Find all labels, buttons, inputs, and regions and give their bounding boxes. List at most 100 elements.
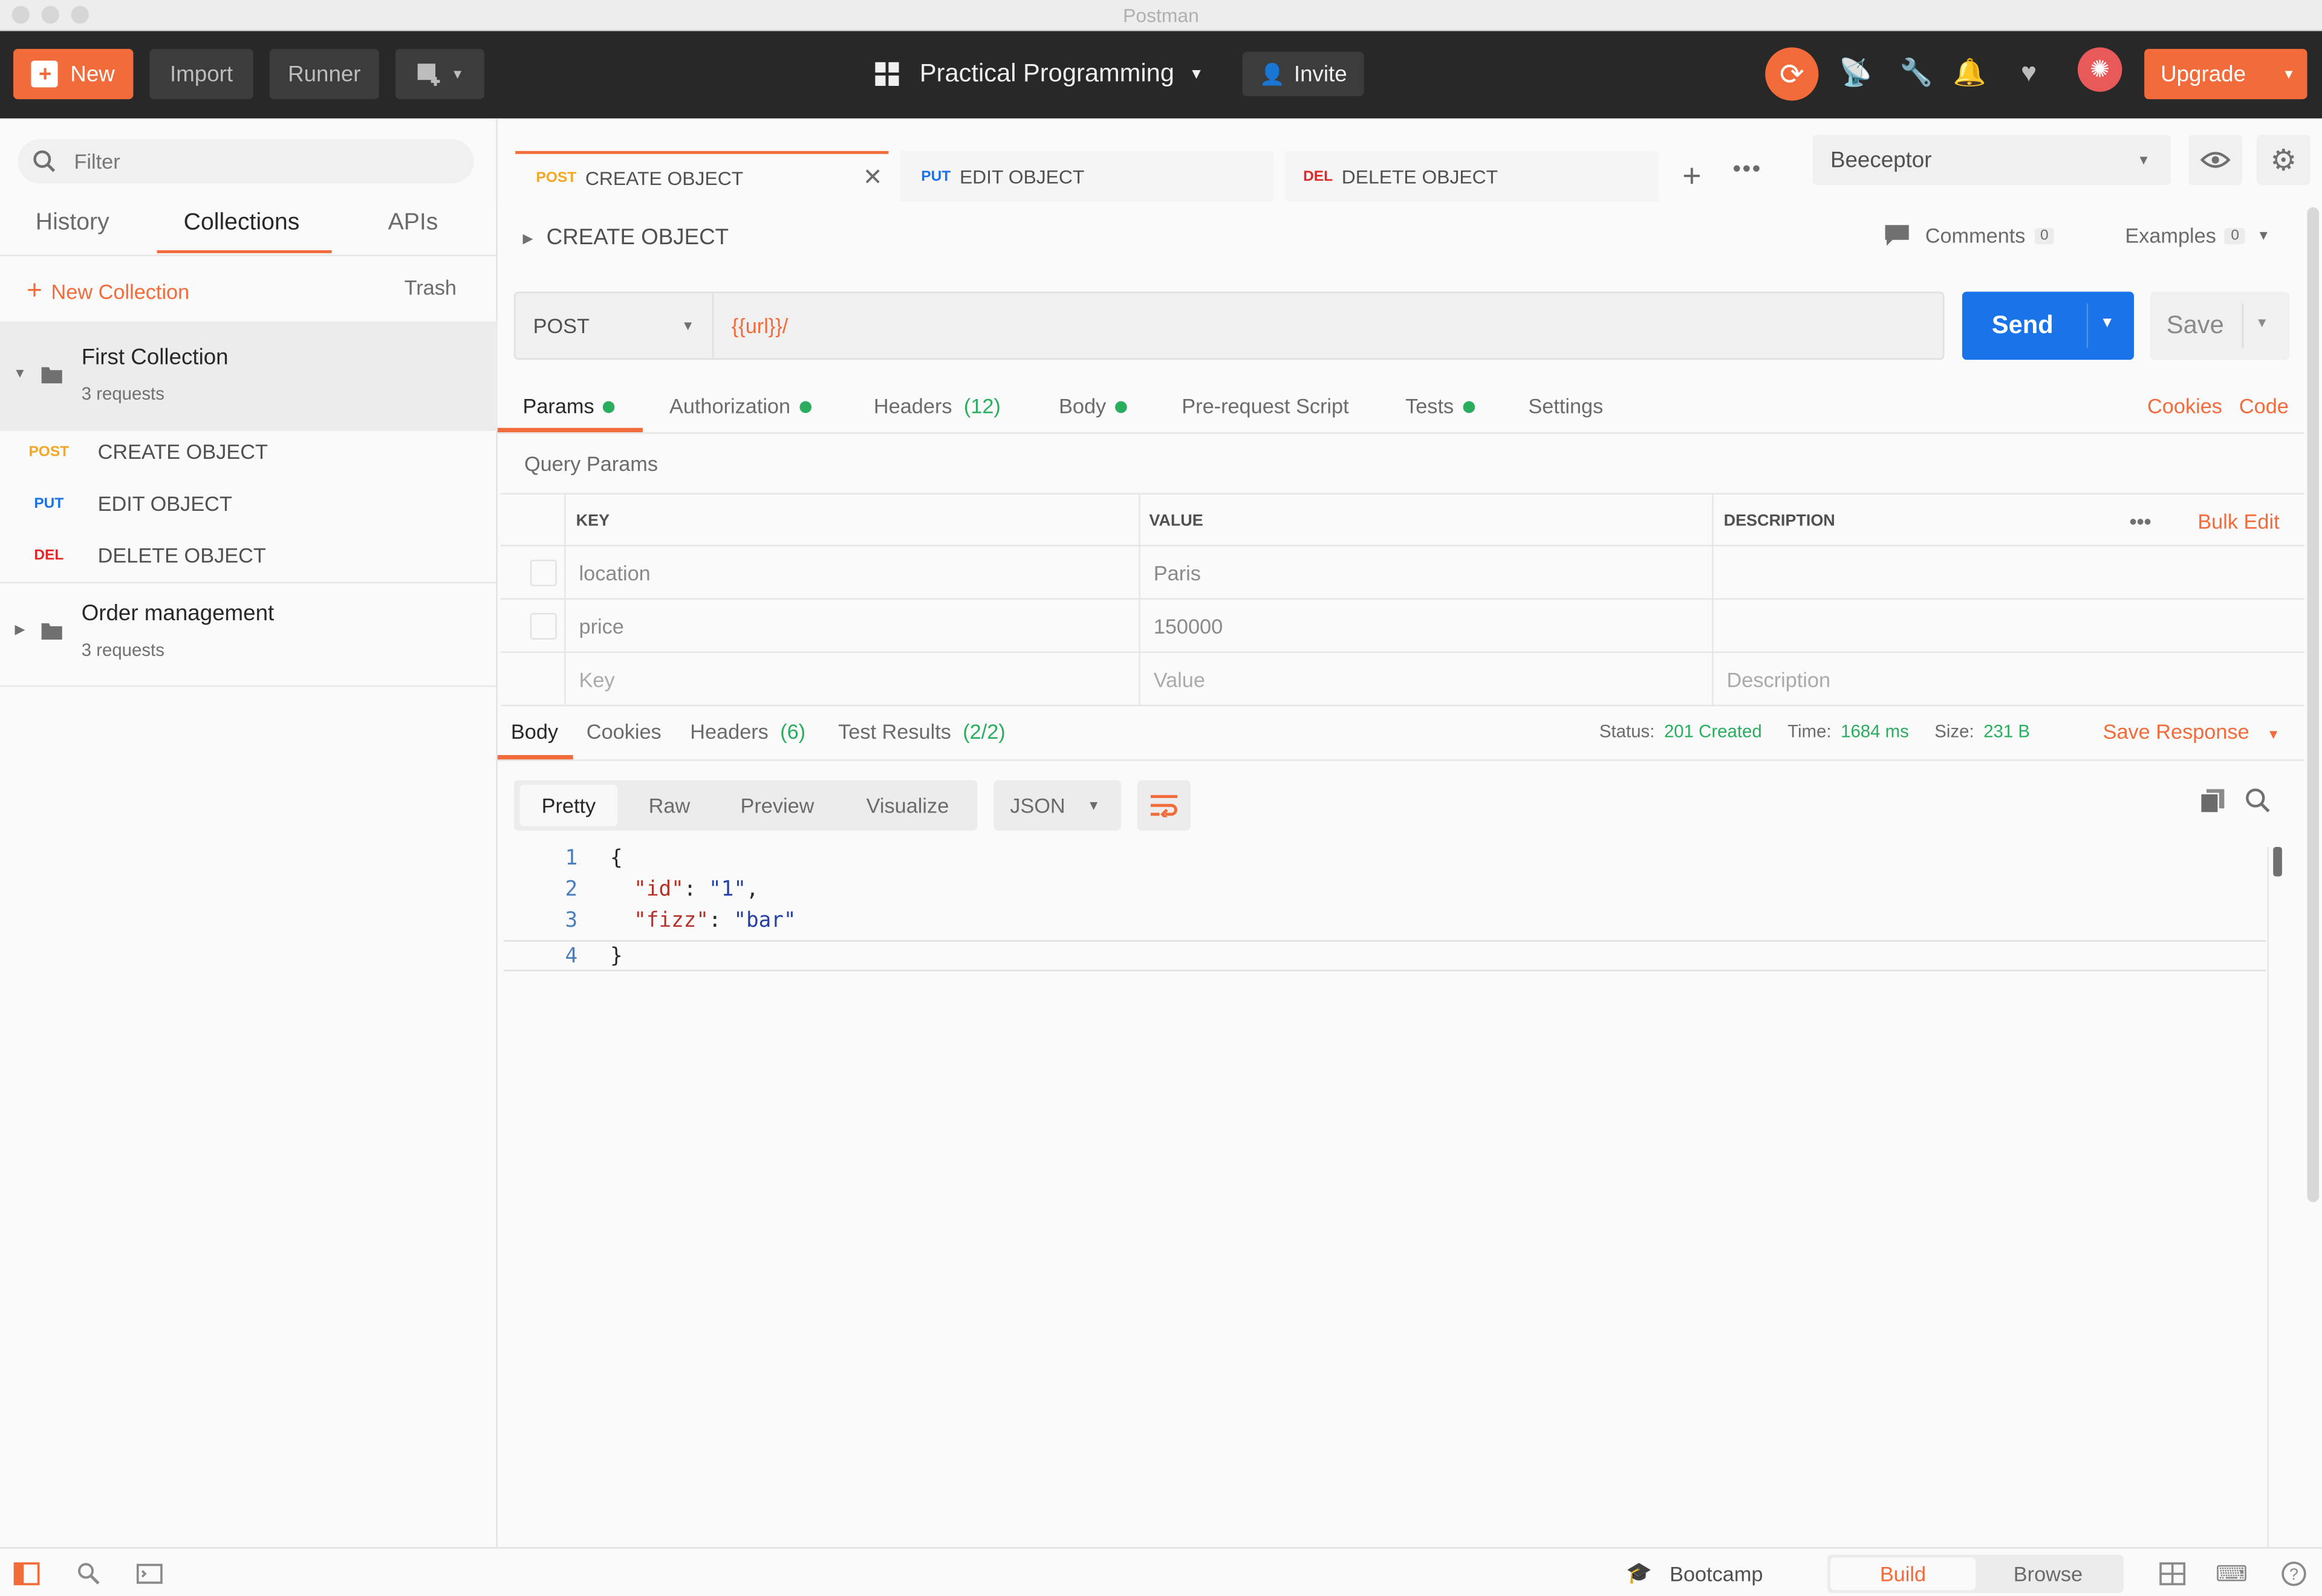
editor-scrollbar[interactable] (2273, 846, 2282, 877)
tab-history[interactable]: History (36, 210, 109, 237)
two-pane-view-icon[interactable] (2158, 1559, 2187, 1589)
view-mode-raw[interactable]: Raw (649, 794, 691, 817)
tab-collections[interactable]: Collections (184, 210, 300, 237)
filter-input[interactable] (71, 148, 427, 175)
folder-icon (41, 367, 62, 384)
row-checkbox[interactable] (530, 600, 557, 653)
keyboard-shortcuts-icon[interactable]: ⌨ (2216, 1559, 2248, 1589)
collection-order-management[interactable]: ▶ Order management 3 requests (0, 583, 498, 687)
json-separator: : (709, 909, 734, 933)
sidebar-request-delete[interactable]: DEL DELETE OBJECT (0, 530, 498, 580)
caret-right-icon[interactable]: ▶ (522, 231, 533, 247)
workspace-switcher[interactable]: Practical Programming ▼ (874, 52, 1204, 96)
url-input[interactable]: {{url}}/ (732, 293, 788, 358)
response-tab-body[interactable]: Body (511, 719, 558, 743)
response-tab-headers[interactable]: Headers (6) (690, 719, 805, 743)
runner-button[interactable]: Runner (269, 48, 379, 100)
tab-edit-object[interactable]: PUT EDIT OBJECT (900, 151, 1274, 202)
examples-button[interactable]: Examples 0 ▼ (2125, 224, 2270, 247)
column-divider (1712, 493, 1714, 707)
satellite-icon[interactable]: 📡 (1836, 53, 1875, 92)
new-button[interactable]: + New (13, 48, 134, 100)
add-tab-button[interactable]: + (1682, 157, 1701, 196)
status-bar: 🎓 Bootcamp Build Browse ⌨ ? (0, 1547, 2322, 1596)
close-icon[interactable]: ✕ (863, 163, 883, 192)
tab-headers[interactable]: Headers (12) (874, 394, 1001, 417)
more-options-button[interactable]: ••• (2130, 495, 2151, 548)
new-collection-button[interactable]: + New Collection (27, 276, 189, 307)
tab-settings[interactable]: Settings (1528, 394, 1603, 417)
window-title: Postman (1123, 4, 1199, 27)
tab-body[interactable]: Body (1059, 394, 1127, 418)
line-text: } (610, 944, 623, 968)
new-collection-label: New Collection (51, 279, 190, 303)
send-button[interactable]: Send ▼ (1962, 291, 2135, 360)
wrench-icon[interactable]: 🔧 (1897, 53, 1936, 92)
tab-apis[interactable]: APIs (388, 210, 438, 237)
browse-mode-button[interactable]: Browse (1976, 1557, 2121, 1590)
tab-pre-request-script[interactable]: Pre-request Script (1182, 394, 1348, 417)
param-value[interactable]: 150000 (1154, 600, 1223, 653)
param-value[interactable]: Paris (1154, 547, 1201, 600)
search-icon[interactable] (2245, 788, 2272, 822)
heart-icon[interactable]: ♥ (2009, 53, 2048, 92)
tab-create-object[interactable]: POST CREATE OBJECT ✕ (515, 151, 889, 202)
trash-link[interactable]: Trash (405, 276, 457, 299)
sidebar-toggle-icon[interactable] (12, 1559, 42, 1589)
bell-icon[interactable]: 🔔 (1950, 53, 1989, 92)
avatar[interactable]: ✺ (2077, 47, 2122, 92)
build-mode-button[interactable]: Build (1830, 1557, 1976, 1591)
response-tab-test-results[interactable]: Test Results (2/2) (838, 719, 1006, 743)
view-mode-pretty[interactable]: Pretty (519, 784, 618, 826)
param-key[interactable]: price (579, 600, 624, 653)
new-value-input[interactable]: Value (1154, 653, 1205, 706)
param-key[interactable]: location (579, 547, 651, 600)
bootcamp-button[interactable]: 🎓 Bootcamp (1626, 1560, 1763, 1586)
more-tabs-button[interactable]: ••• (1732, 157, 1762, 184)
chevron-down-icon[interactable]: ▼ (2100, 316, 2115, 332)
bulk-edit-link[interactable]: Bulk Edit (2197, 495, 2279, 548)
row-checkbox[interactable] (530, 547, 557, 600)
tab-delete-object[interactable]: DEL DELETE OBJECT (1285, 151, 1659, 202)
view-mode-preview[interactable]: Preview (741, 794, 815, 817)
tab-params[interactable]: Params (522, 394, 615, 418)
chevron-down-icon[interactable]: ▼ (2255, 316, 2269, 330)
gear-icon[interactable]: ⚙ (2257, 134, 2311, 186)
help-icon[interactable]: ? (2279, 1559, 2309, 1589)
sidebar-request-create[interactable]: POST CREATE OBJECT (0, 426, 498, 476)
tab-authorization[interactable]: Authorization (669, 394, 811, 418)
new-window-dropdown[interactable]: ▼ (395, 48, 484, 100)
sync-icon[interactable]: ⟳ (1765, 47, 1819, 101)
new-key-input[interactable]: Key (579, 653, 615, 706)
console-icon[interactable] (135, 1559, 164, 1589)
examples-count: 0 (2225, 227, 2245, 244)
upgrade-button[interactable]: Upgrade ▼ (2144, 48, 2307, 100)
response-tab-cookies[interactable]: Cookies (587, 719, 662, 743)
import-button[interactable]: Import (149, 48, 253, 100)
collection-name: Order management (81, 601, 275, 626)
time-value: 1684 ms (1841, 721, 1909, 742)
environment-name: Beeceptor (1830, 147, 1932, 173)
cookies-link[interactable]: Cookies (2147, 394, 2222, 417)
find-replace-icon[interactable] (74, 1559, 103, 1589)
method-select[interactable]: POST ▼ (515, 293, 714, 358)
copy-icon[interactable] (2199, 788, 2226, 822)
code-link[interactable]: Code (2239, 394, 2289, 417)
sidebar-request-edit[interactable]: PUT EDIT OBJECT (0, 478, 498, 528)
tab-tests[interactable]: Tests (1405, 394, 1475, 418)
chevron-down-icon: ▼ (450, 66, 464, 82)
main-scrollbar[interactable] (2307, 207, 2320, 1202)
view-mode-visualize[interactable]: Visualize (867, 794, 949, 817)
filter-box[interactable] (18, 139, 474, 184)
comments-button[interactable]: Comments 0 (1884, 224, 2055, 247)
environment-quick-look-button[interactable] (2188, 134, 2242, 186)
save-response-button[interactable]: Save Response ▼ (2103, 719, 2280, 743)
wrap-lines-button[interactable] (1137, 780, 1191, 831)
save-button[interactable]: Save ▼ (2150, 291, 2290, 360)
collection-first[interactable]: ▼ First Collection 3 requests (0, 321, 498, 431)
chevron-down-icon: ▼ (1087, 798, 1101, 813)
new-description-input[interactable]: Description (1727, 653, 1831, 706)
invite-button[interactable]: 👤 Invite (1242, 51, 1364, 97)
environment-select[interactable]: Beeceptor ▼ (1812, 134, 2171, 186)
format-select[interactable]: JSON ▼ (994, 780, 1121, 831)
